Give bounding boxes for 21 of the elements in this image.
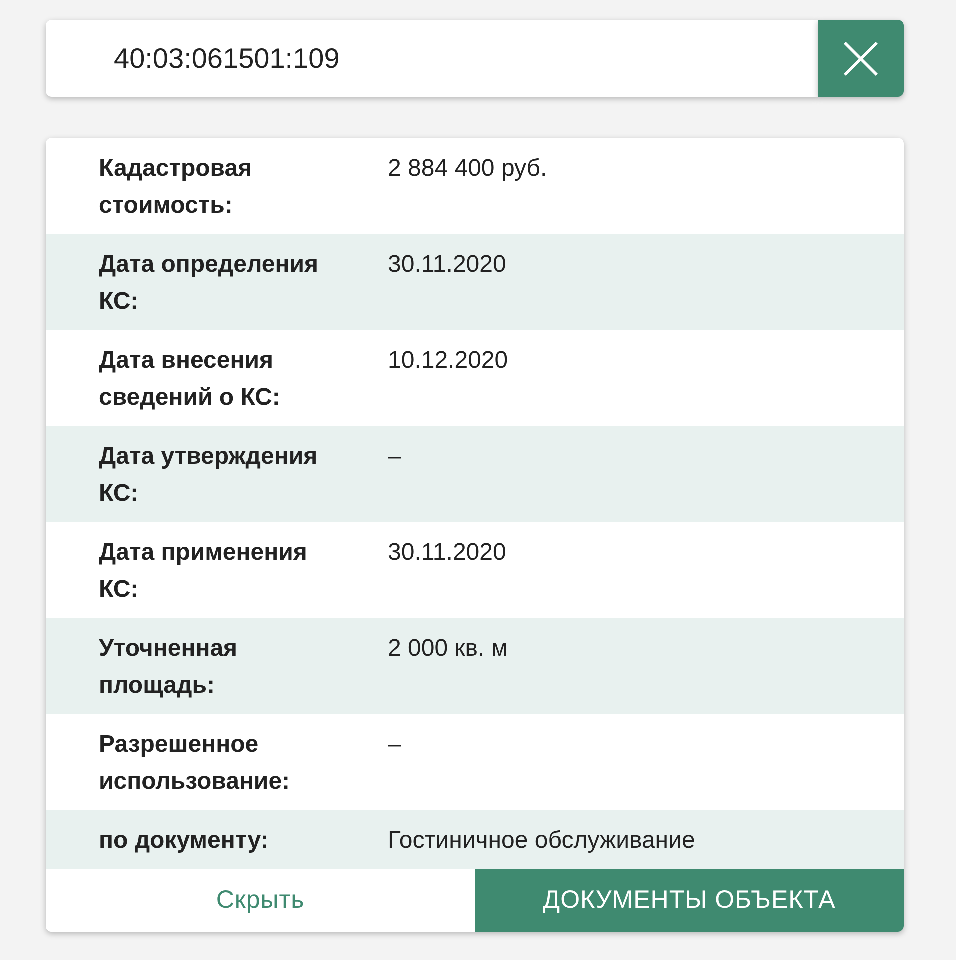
documents-button[interactable]: ДОКУМЕНТЫ ОБЪЕКТА bbox=[475, 869, 904, 932]
field-label: Дата утверждения КС: bbox=[99, 442, 319, 509]
field-label: по документу: bbox=[99, 826, 270, 856]
close-button[interactable] bbox=[818, 20, 904, 97]
field-value: 30.11.2020 bbox=[388, 250, 508, 280]
field-value: 2 884 400 руб. bbox=[388, 154, 548, 184]
field-label: Уточненная площадь: bbox=[99, 634, 239, 701]
field-value: 2 000 кв. м bbox=[388, 634, 509, 664]
field-value: – bbox=[388, 730, 402, 760]
search-field[interactable]: 40:03:061501:109 bbox=[46, 20, 818, 97]
hide-button[interactable]: Скрыть bbox=[46, 869, 475, 932]
field-label: Кадастровая стоимость: bbox=[99, 154, 254, 221]
field-value: 30.11.2020 bbox=[388, 538, 508, 568]
field-value: 10.12.2020 bbox=[388, 346, 510, 376]
field-value: – bbox=[388, 442, 402, 472]
close-icon bbox=[843, 40, 879, 76]
field-label: Дата определения КС: bbox=[99, 250, 320, 317]
field-label: Дата применения КС: bbox=[99, 538, 308, 605]
field-label: Дата внесения сведений о КС: bbox=[99, 346, 282, 413]
field-label: Разрешенное использование: bbox=[99, 730, 292, 797]
field-value: Гостиничное обслуживание bbox=[388, 826, 696, 856]
